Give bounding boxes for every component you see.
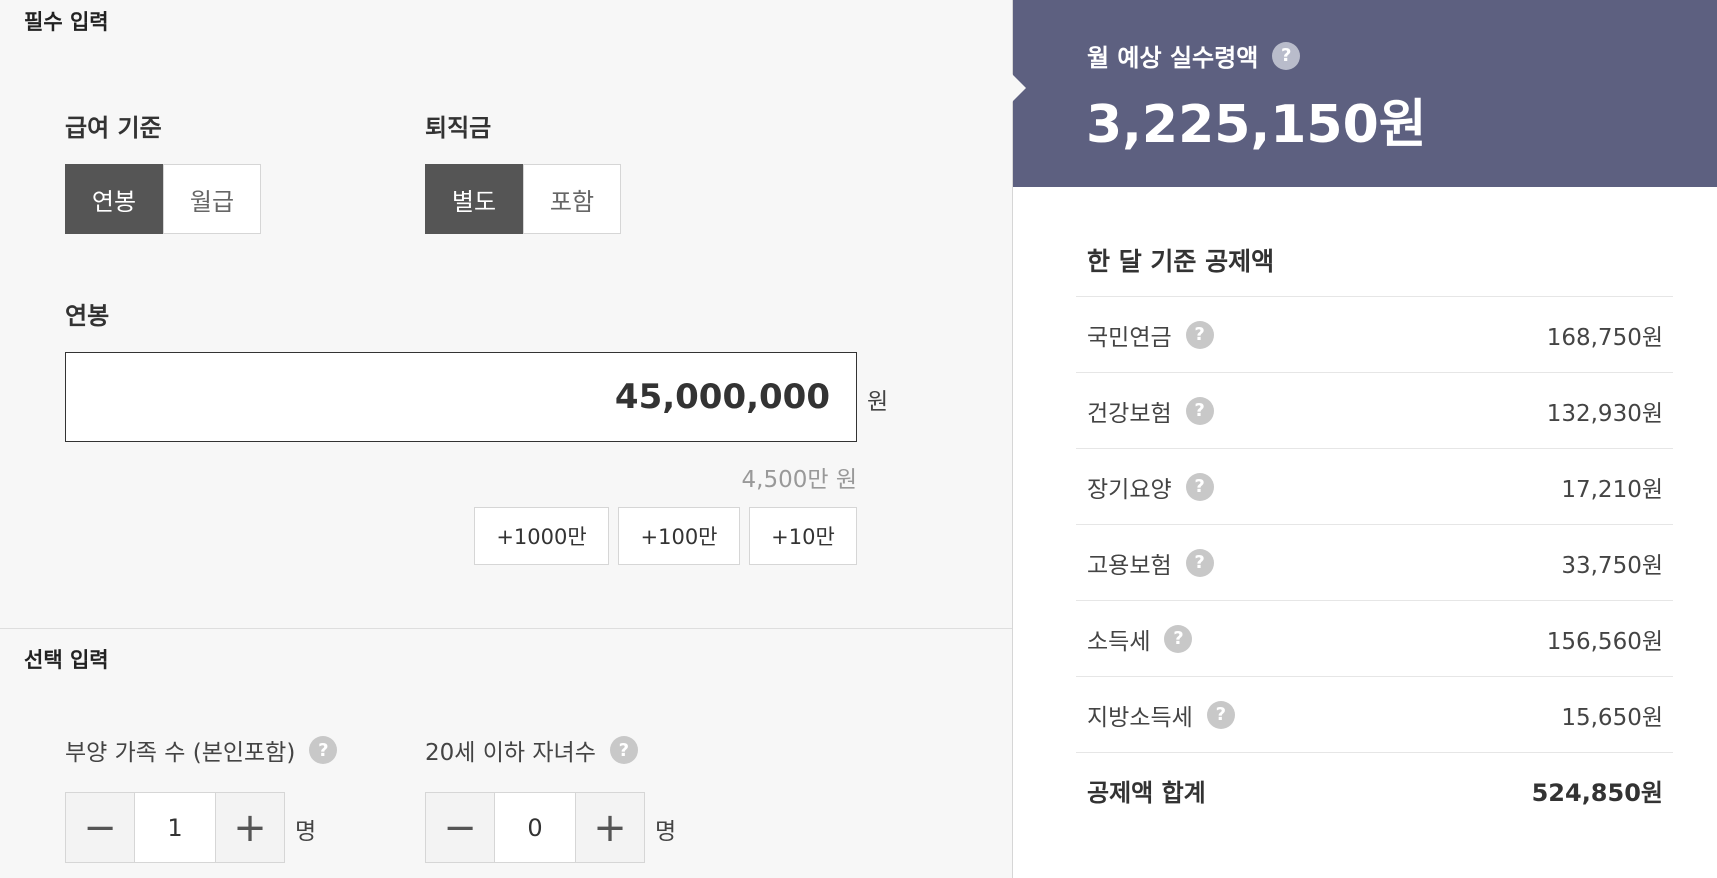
salary-label: 연봉	[65, 302, 110, 330]
salary-input[interactable]: 45,000,000	[65, 352, 857, 442]
dependents-value[interactable]: 1	[135, 792, 215, 863]
add-1m-button[interactable]: +100만	[618, 507, 740, 565]
input-panel: 필수 입력 급여 기준 연봉 월급 퇴직금 별도 포함 연봉 45,000,00…	[0, 0, 1012, 878]
severance-toggle: 별도 포함	[425, 164, 621, 234]
deduction-value: 17,210원	[1561, 476, 1663, 503]
plus-icon[interactable]: +	[575, 792, 645, 863]
dependents-unit: 명	[295, 819, 317, 845]
deduction-value: 168,750원	[1546, 324, 1663, 351]
deduction-total-label: 공제액 합계	[1087, 779, 1206, 807]
deduction-value: 156,560원	[1546, 628, 1663, 655]
deduction-name: 소득세	[1087, 628, 1151, 655]
add-10m-button[interactable]: +1000만	[474, 507, 609, 565]
pay-basis-toggle: 연봉 월급	[65, 164, 261, 234]
deduction-row-longterm-care: 장기요양? 17,210원	[1076, 448, 1673, 524]
children-label-group: 20세 이하 자녀수 ?	[425, 733, 638, 767]
severance-separate-button[interactable]: 별도	[425, 164, 523, 234]
required-section-title: 필수 입력	[24, 10, 109, 34]
question-circle-icon[interactable]: ?	[1206, 700, 1235, 729]
deduction-total-row: 공제액 합계 524,850원	[1076, 752, 1673, 828]
deduction-name: 국민연금	[1087, 324, 1172, 351]
net-pay-title-group: 월 예상 실수령액 ?	[1087, 38, 1301, 73]
deduction-name: 고용보험	[1087, 552, 1172, 579]
salary-converted-text: 4,500만 원	[741, 467, 857, 493]
dependents-stepper: − 1 +	[65, 792, 285, 863]
dependents-label-group: 부양 가족 수 (본인포함) ?	[65, 733, 338, 767]
dependents-label: 부양 가족 수 (본인포함)	[65, 740, 296, 766]
deduction-row-pension: 국민연금? 168,750원	[1076, 296, 1673, 372]
deductions-list: 국민연금? 168,750원 건강보험? 132,930원 장기요양? 17,2…	[1076, 296, 1673, 828]
deduction-name: 건강보험	[1087, 400, 1172, 427]
children-value[interactable]: 0	[495, 792, 575, 863]
minus-icon[interactable]: −	[425, 792, 495, 863]
deduction-name: 장기요양	[1087, 476, 1172, 503]
pay-basis-label: 급여 기준	[65, 114, 162, 142]
pay-basis-monthly-button[interactable]: 월급	[163, 164, 261, 234]
pay-basis-annual-button[interactable]: 연봉	[65, 164, 163, 234]
deduction-total-value: 524,850원	[1531, 779, 1663, 807]
deduction-row-employment: 고용보험? 33,750원	[1076, 524, 1673, 600]
question-circle-icon[interactable]: ?	[1185, 548, 1214, 577]
section-divider	[0, 628, 1012, 629]
salary-unit: 원	[867, 389, 889, 415]
question-circle-icon[interactable]: ?	[609, 736, 638, 764]
plus-icon[interactable]: +	[215, 792, 285, 863]
children-unit: 명	[655, 819, 677, 845]
deductions-title: 한 달 기준 공제액	[1087, 247, 1275, 276]
question-circle-icon[interactable]: ?	[1272, 41, 1301, 70]
question-circle-icon[interactable]: ?	[309, 736, 338, 764]
question-circle-icon[interactable]: ?	[1185, 396, 1214, 425]
question-circle-icon[interactable]: ?	[1164, 624, 1193, 653]
deduction-value: 15,650원	[1561, 704, 1663, 731]
deduction-value: 132,930원	[1546, 400, 1663, 427]
optional-section-title: 선택 입력	[24, 648, 109, 672]
deduction-value: 33,750원	[1561, 552, 1663, 579]
add-100k-button[interactable]: +10만	[749, 507, 857, 565]
net-pay-title: 월 예상 실수령액	[1087, 44, 1259, 72]
deduction-row-health: 건강보험? 132,930원	[1076, 372, 1673, 448]
children-stepper: − 0 +	[425, 792, 645, 863]
net-pay-amount: 3,225,150원	[1086, 95, 1427, 155]
pointer-arrow	[1012, 74, 1026, 102]
severance-label: 퇴직금	[425, 114, 492, 142]
deduction-name: 지방소득세	[1087, 704, 1193, 731]
question-circle-icon[interactable]: ?	[1185, 472, 1214, 501]
deduction-row-income-tax: 소득세? 156,560원	[1076, 600, 1673, 676]
severance-included-button[interactable]: 포함	[523, 164, 621, 234]
deduction-row-local-income-tax: 지방소득세? 15,650원	[1076, 676, 1673, 752]
minus-icon[interactable]: −	[65, 792, 135, 863]
children-label: 20세 이하 자녀수	[425, 740, 596, 766]
question-circle-icon[interactable]: ?	[1185, 320, 1214, 349]
net-pay-summary: 월 예상 실수령액 ? 3,225,150원	[1012, 0, 1717, 187]
result-panel: 월 예상 실수령액 ? 3,225,150원 한 달 기준 공제액 국민연금? …	[1012, 0, 1717, 878]
